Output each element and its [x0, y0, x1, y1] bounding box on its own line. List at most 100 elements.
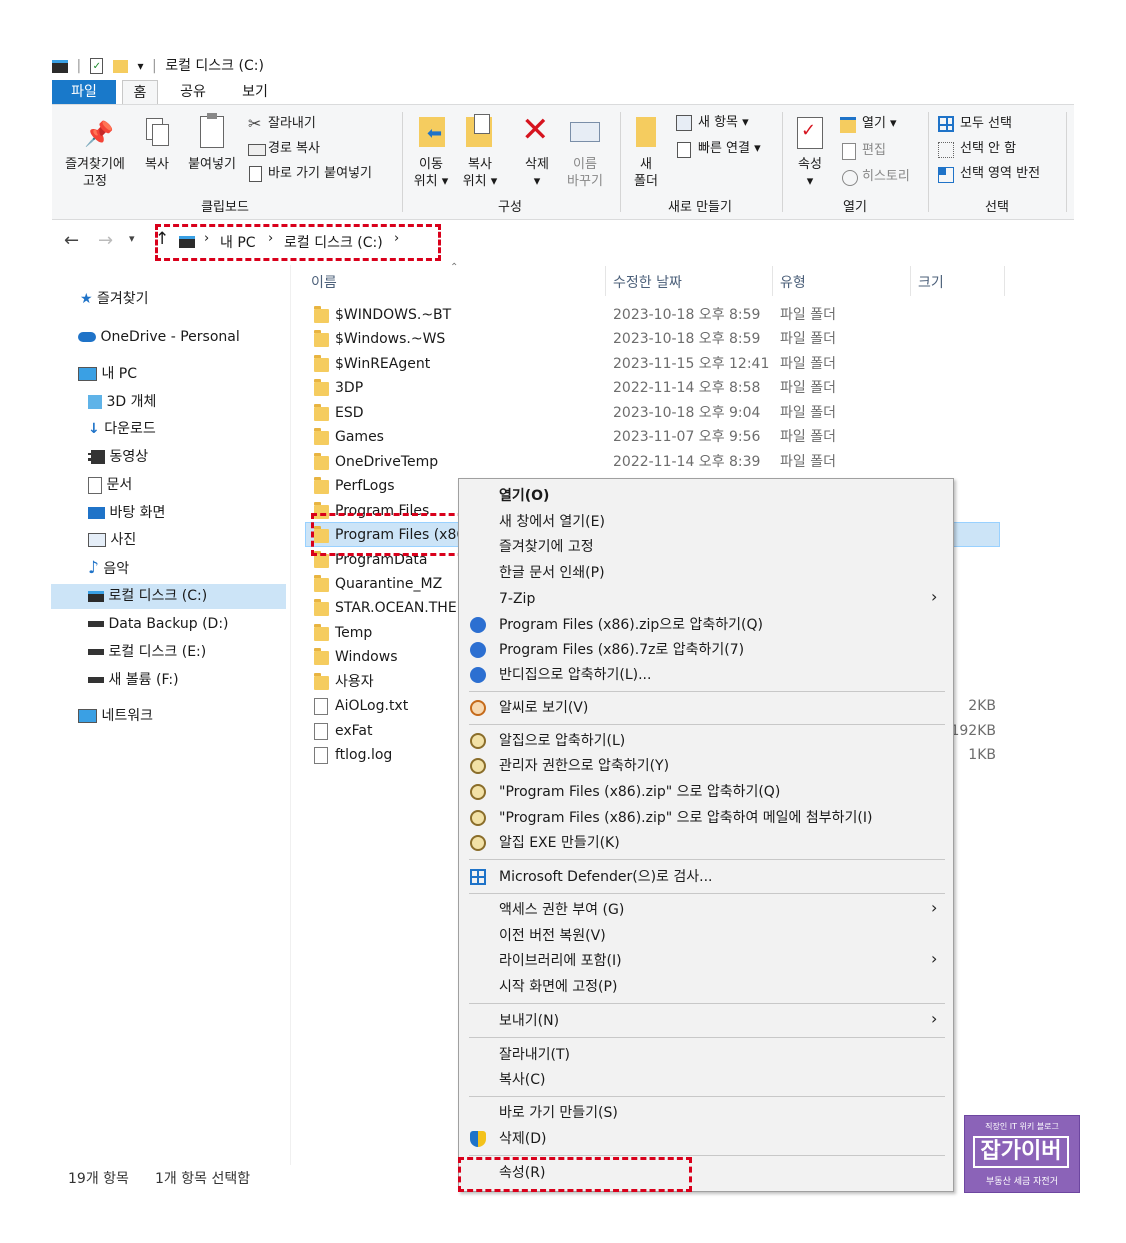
menu-item-cut[interactable]: 잘라내기(T)	[499, 1045, 570, 1065]
menu-item-7zip[interactable]: 7-Zip	[499, 589, 535, 609]
nav-item-onedrive[interactable]: OneDrive - Personal	[78, 327, 240, 347]
nav-item-new-volume-f[interactable]: 새 볼륨 (F:)	[88, 670, 179, 690]
address-bar[interactable]: ↑ › 내 PC › 로컬 디스크 (C:) ›	[155, 224, 441, 261]
column-header-type[interactable]: 유형	[780, 272, 806, 292]
file-row-name[interactable]: $Windows.~WS	[335, 327, 445, 351]
column-divider[interactable]	[605, 266, 606, 296]
menu-item-pin-quick-access[interactable]: 즐겨찾기에 고정	[499, 537, 594, 557]
menu-item-bandizip-compress[interactable]: 반디집으로 압축하기(L)...	[499, 665, 651, 685]
nav-item-quick-access[interactable]: ★ 즐겨찾기	[80, 289, 149, 309]
copy-to-button[interactable]: 복사 위치 ▾	[456, 156, 504, 190]
file-row-name[interactable]: ESD	[335, 401, 364, 425]
tab-file[interactable]: 파일	[52, 80, 116, 104]
menu-item-open[interactable]: 열기(O)	[499, 486, 549, 506]
tab-view[interactable]: 보기	[238, 80, 272, 104]
crumb-this-pc[interactable]: 내 PC	[220, 232, 256, 252]
menu-item-open-new-window[interactable]: 새 창에서 열기(E)	[499, 512, 605, 532]
nav-item-data-backup-d[interactable]: Data Backup (D:)	[88, 614, 229, 634]
up-icon[interactable]: ↑	[155, 229, 169, 249]
nav-item-music[interactable]: ♪ 음악	[88, 558, 129, 579]
file-row-name[interactable]: Quarantine_MZ	[335, 572, 442, 596]
menu-item-delete[interactable]: 삭제(D)	[499, 1129, 546, 1149]
menu-item-alzip-mail[interactable]: "Program Files (x86).zip" 으로 압축하여 메일에 첨부…	[499, 808, 872, 828]
folder-quick-icon[interactable]	[113, 59, 129, 73]
move-to-button[interactable]: 이동 위치 ▾	[408, 156, 454, 190]
menu-item-bandizip-7z[interactable]: Program Files (x86).7z로 압축하기(7)	[499, 640, 744, 660]
menu-item-copy[interactable]: 복사(C)	[499, 1070, 545, 1090]
file-row-name[interactable]: Windows	[335, 645, 398, 669]
paste-shortcut-button[interactable]: 바로 가기 붙여넣기	[268, 165, 372, 182]
file-row-name[interactable]: $WINDOWS.~BT	[335, 303, 451, 327]
tab-share[interactable]: 공유	[176, 80, 210, 104]
menu-item-create-shortcut[interactable]: 바로 가기 만들기(S)	[499, 1103, 618, 1123]
customize-quick-icon[interactable]: ▾	[138, 59, 144, 73]
easy-access-button[interactable]: 빠른 연결 ▾	[698, 140, 761, 157]
rename-button[interactable]: 이름 바꾸기	[560, 156, 610, 190]
column-header-size[interactable]: 크기	[918, 272, 944, 292]
paste-button[interactable]: 붙여넣기	[182, 156, 242, 173]
copy-button[interactable]: 복사	[140, 156, 174, 173]
column-divider[interactable]	[1004, 266, 1005, 296]
file-row-name[interactable]: 사용자	[335, 670, 374, 694]
nav-pane-divider[interactable]	[290, 265, 291, 1165]
tab-home[interactable]: 홈	[122, 80, 158, 105]
copy-path-button[interactable]: 경로 복사	[268, 140, 320, 157]
open-button[interactable]: 열기 ▾	[862, 115, 897, 132]
crumb-local-disk[interactable]: 로컬 디스크 (C:)	[284, 232, 383, 252]
nav-item-desktop[interactable]: 바탕 화면	[88, 503, 165, 523]
nav-item-pictures[interactable]: 사진	[88, 530, 136, 550]
menu-item-print-hangul[interactable]: 한글 문서 인쇄(P)	[499, 563, 605, 583]
nav-item-downloads[interactable]: ↓ 다운로드	[88, 419, 156, 439]
column-header-name[interactable]: 이름	[311, 272, 337, 292]
menu-item-pin-start[interactable]: 시작 화면에 고정(P)	[499, 977, 617, 997]
nav-item-local-disk-c[interactable]: 로컬 디스크 (C:)	[88, 586, 207, 606]
menu-item-alzip-exe[interactable]: 알집 EXE 만들기(K)	[499, 833, 620, 853]
nav-item-network[interactable]: 네트워크	[78, 706, 153, 726]
select-all-button[interactable]: 모두 선택	[960, 115, 1012, 132]
menu-item-bandizip-zip[interactable]: Program Files (x86).zip으로 압축하기(Q)	[499, 615, 763, 635]
file-row-name[interactable]: OneDriveTemp	[335, 450, 438, 474]
file-row-name[interactable]: Temp	[335, 621, 372, 645]
column-divider[interactable]	[910, 266, 911, 296]
file-row-name[interactable]: STAR.OCEAN.THE.D	[335, 596, 472, 620]
nav-item-documents[interactable]: 문서	[88, 475, 132, 495]
recent-chevron-icon[interactable]: ▾	[129, 232, 135, 245]
edit-button[interactable]: 편집	[862, 142, 886, 159]
properties-button[interactable]: 속성 ▾	[790, 156, 830, 190]
menu-item-alzip-zip[interactable]: "Program Files (x86).zip" 으로 압축하기(Q)	[499, 782, 780, 802]
pin-to-quick-access-button[interactable]: 즐겨찾기에 고정	[58, 156, 132, 190]
file-row-name[interactable]: ftlog.log	[335, 743, 392, 767]
select-none-button[interactable]: 선택 안 함	[960, 140, 1016, 157]
menu-item-include-library[interactable]: 라이브러리에 포함(I)	[499, 951, 622, 971]
file-row-name[interactable]: $WinREAgent	[335, 352, 430, 376]
file-row-name[interactable]: AiOLog.txt	[335, 694, 408, 718]
menu-item-defender-scan[interactable]: Microsoft Defender(으)로 검사...	[499, 867, 712, 887]
delete-button[interactable]: 삭제 ▾	[516, 156, 558, 190]
forward-icon[interactable]: →	[98, 230, 113, 251]
file-row-name[interactable]: PerfLogs	[335, 474, 395, 498]
new-folder-button[interactable]: 새 폴더	[626, 156, 666, 190]
nav-item-3d-objects[interactable]: 3D 개체	[88, 392, 156, 412]
nav-item-this-pc[interactable]: 내 PC	[78, 364, 137, 384]
nav-item-local-disk-e[interactable]: 로컬 디스크 (E:)	[88, 642, 206, 662]
cut-button[interactable]: 잘라내기	[268, 115, 316, 132]
column-divider[interactable]	[772, 266, 773, 296]
menu-item-send-to[interactable]: 보내기(N)	[499, 1011, 559, 1031]
invert-selection-button[interactable]: 선택 영역 반전	[960, 165, 1040, 182]
network-icon	[78, 709, 97, 723]
file-row-date: 2022-11-14 오후 8:58	[613, 380, 761, 396]
menu-item-give-access[interactable]: 액세스 권한 부여 (G)	[499, 900, 624, 920]
new-item-button[interactable]: 새 항목 ▾	[698, 114, 749, 131]
history-button[interactable]: 히스토리	[862, 168, 910, 185]
column-header-modified[interactable]: 수정한 날짜	[613, 272, 682, 292]
properties-quick-icon[interactable]: ✓	[89, 58, 103, 74]
back-icon[interactable]: ←	[64, 230, 79, 251]
menu-item-alzip-admin[interactable]: 관리자 권한으로 압축하기(Y)	[499, 756, 669, 776]
file-row-name[interactable]: exFat	[335, 719, 373, 743]
file-row-name[interactable]: Games	[335, 425, 384, 449]
menu-item-alsee-view[interactable]: 알씨로 보기(V)	[499, 698, 588, 718]
file-row-name[interactable]: 3DP	[335, 376, 363, 400]
nav-item-videos[interactable]: 동영상	[88, 447, 148, 467]
menu-item-alzip-compress[interactable]: 알집으로 압축하기(L)	[499, 731, 625, 751]
menu-item-restore-versions[interactable]: 이전 버전 복원(V)	[499, 926, 606, 946]
